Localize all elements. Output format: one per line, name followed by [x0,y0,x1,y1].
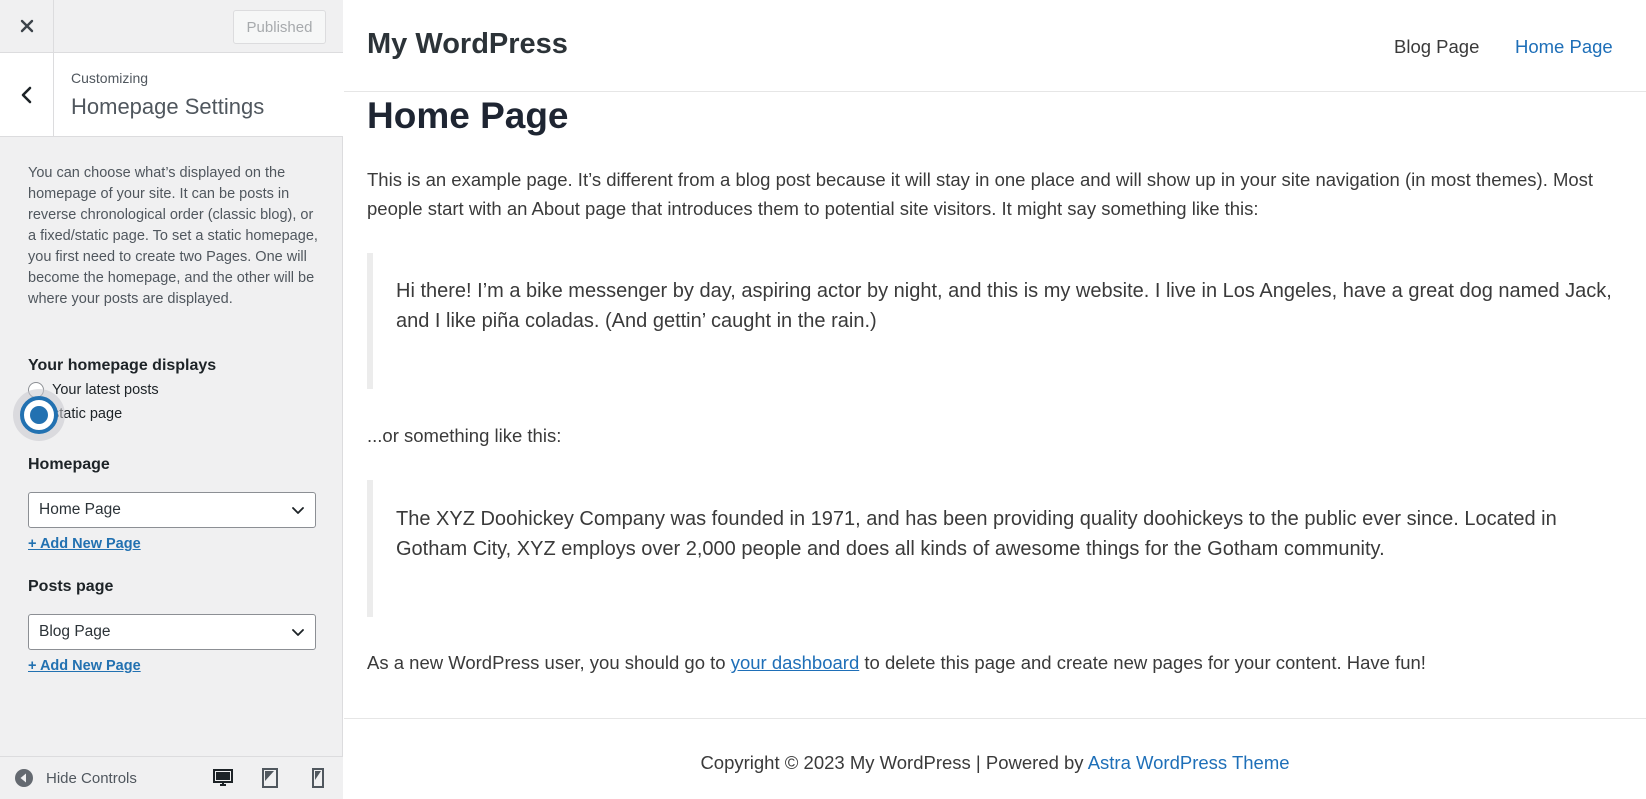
mobile-icon [312,768,324,788]
site-header: My WordPress Blog Page Home Page [344,0,1646,92]
customizer-footer: Hide Controls [0,756,343,799]
tablet-icon [262,768,278,788]
intro-paragraph: This is an example page. It’s different … [367,169,1594,219]
posts-page-select[interactable]: Blog Page [28,614,316,650]
closing-text-after: to delete this page and create new pages… [859,652,1426,673]
radio-selected-dot [30,406,48,424]
astra-theme-link[interactable]: Astra WordPress Theme [1088,752,1290,773]
preview-mobile-button[interactable] [305,765,331,791]
section-title: Homepage Settings [71,94,265,119]
section-header: Customizing Homepage Settings [0,53,343,137]
published-button[interactable]: Published [233,10,326,44]
preview-desktop-button[interactable] [210,765,236,791]
posts-page-field-title: Posts page [28,578,114,595]
blockquote: Hi there! I’m a bike messenger by day, a… [367,253,1625,389]
collapse-arrow-icon [15,769,33,787]
blockquote-text: The XYZ Doohickey Company was founded in… [396,508,1557,560]
closing-paragraph: As a new WordPress user, you should go t… [367,648,1637,677]
hide-controls-label: Hide Controls [46,769,137,787]
section-description: You can choose what’s displayed on the h… [28,165,318,307]
chevron-down-icon [292,629,304,636]
homepage-displays-title: Your homepage displays [28,357,217,374]
site-title[interactable]: My WordPress [367,28,568,61]
footer-copyright: Copyright © 2023 My WordPress | Powered … [344,752,1646,774]
nav-home-page[interactable]: Home Page [1515,36,1613,58]
close-icon [20,19,33,33]
nav-blog-page[interactable]: Blog Page [1394,36,1479,58]
radio-selected-ring [20,396,58,434]
closing-text-before: As a new WordPress user, you should go t… [367,652,731,673]
preview-tablet-button[interactable] [257,765,283,791]
homepage-select[interactable]: Home Page [28,492,316,528]
blockquote-text: Hi there! I’m a bike messenger by day, a… [396,280,1612,332]
dashboard-link[interactable]: your dashboard [731,652,860,673]
back-button[interactable] [0,53,54,136]
site-preview: My WordPress Blog Page Home Page Home Pa… [344,0,1646,799]
homepage-select-value: Home Page [39,501,121,518]
close-customizer-button[interactable] [0,0,54,52]
add-new-page-link-homepage[interactable]: + Add New Page [28,536,141,552]
customizing-label: Customizing [71,70,149,86]
site-footer: Copyright © 2023 My WordPress | Powered … [344,718,1646,799]
customizer-topbar: Published [0,0,343,53]
chevron-left-icon [21,86,31,103]
blockquote: The XYZ Doohickey Company was founded in… [367,480,1625,617]
desktop-icon [213,769,233,786]
add-new-page-link-posts[interactable]: + Add New Page [28,658,141,674]
chevron-down-icon [292,507,304,514]
customizer-sidebar: Published Customizing Homepage Settings … [0,0,343,799]
or-paragraph: ...or something like this: [367,425,562,446]
radio-static-page-selected-highlight[interactable] [13,389,65,441]
radio-label: Your latest posts [52,382,159,398]
copyright-text: Copyright © 2023 My WordPress | Powered … [700,752,1088,773]
hide-controls-button[interactable]: Hide Controls [14,757,137,799]
posts-page-select-value: Blog Page [39,623,111,640]
page-heading: Home Page [367,95,569,136]
homepage-field-title: Homepage [28,456,110,473]
